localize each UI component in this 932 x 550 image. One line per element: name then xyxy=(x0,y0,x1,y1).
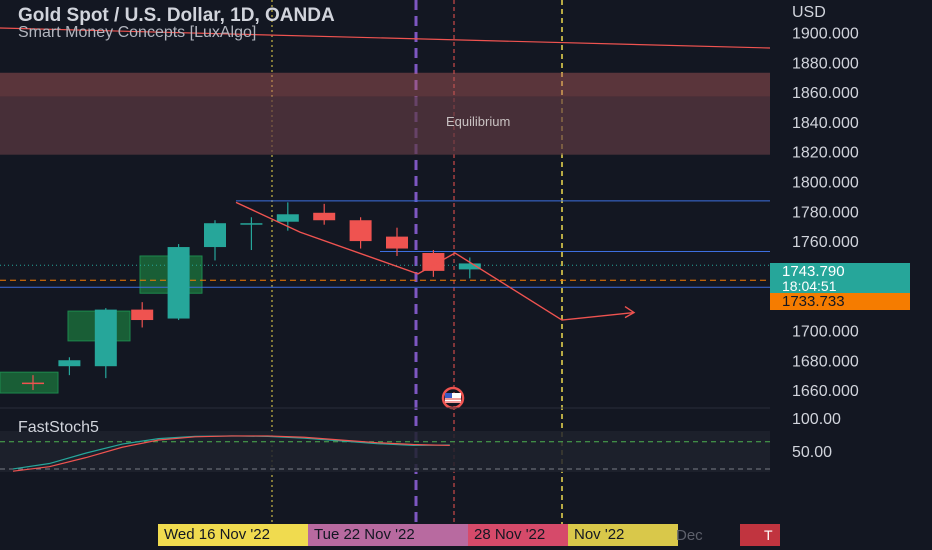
us-flag-canton xyxy=(445,393,452,398)
candle[interactable] xyxy=(167,244,190,321)
candle-body xyxy=(313,212,336,221)
time-axis-label-nov: Nov '22 xyxy=(568,524,678,546)
candle-body xyxy=(58,360,81,367)
price-axis-tick: 1680.000 xyxy=(792,353,859,370)
stoch-axis-tick: 100.00 xyxy=(792,411,841,428)
demand-zone-3 xyxy=(0,371,59,394)
price-axis-tick: 1900.000 xyxy=(792,26,859,43)
time-axis-label-28-nov: 28 Nov '22 xyxy=(468,524,568,546)
price-axis-tick: 1880.000 xyxy=(792,55,859,72)
candle-body xyxy=(22,382,44,385)
candle-body xyxy=(386,236,408,249)
currency-label[interactable]: USD xyxy=(792,4,826,22)
candle-body xyxy=(240,223,263,225)
candle-body xyxy=(204,223,226,248)
price-axis[interactable]: 1900.000 1880.000 1860.000 1840.000 1820.000… xyxy=(792,26,859,461)
price-axis-tick: 1800.000 xyxy=(792,175,859,192)
price-axis-tick: 1840.000 xyxy=(792,115,859,132)
candle-body xyxy=(94,309,117,367)
price-axis-tick: 1860.000 xyxy=(792,85,859,102)
candle-body xyxy=(349,220,372,242)
oscillator-name[interactable]: FastStoch5 xyxy=(18,419,99,437)
candle-body xyxy=(276,214,299,222)
stoch-band-fill xyxy=(0,431,770,472)
time-axis-label-dec: Dec xyxy=(676,527,703,544)
premium-zone xyxy=(0,72,770,97)
stoch-axis-tick: 50.00 xyxy=(792,444,832,461)
time-axis-label-22-nov: Tue 22 Nov '22 xyxy=(308,524,468,546)
candle-body xyxy=(422,253,445,271)
candle-body xyxy=(131,309,154,321)
price-axis-tick: 1780.000 xyxy=(792,204,859,221)
time-axis-label-16-nov: Wed 16 Nov '22 xyxy=(158,524,308,546)
price-axis-tick: 1660.000 xyxy=(792,383,859,400)
bar-countdown: 18:04:51 xyxy=(770,279,910,294)
time-axis-label-red: T xyxy=(740,524,780,546)
price-axis-tick: 1700.000 xyxy=(792,323,859,340)
equilibrium-label: Equilibrium xyxy=(446,114,511,129)
candle-body xyxy=(167,247,190,319)
equilibrium-zone xyxy=(0,96,770,155)
chart-stage[interactable]: 1900.000 1880.000 1860.000 1840.000 1820.000… xyxy=(0,0,932,550)
price-axis-tick: 1760.000 xyxy=(792,234,859,251)
indicator-name[interactable]: Smart Money Concepts [LuxAlgo] xyxy=(18,24,256,42)
price-axis-tick: 1820.000 xyxy=(792,145,859,162)
level-price-tag: 1733.733 xyxy=(770,293,910,310)
